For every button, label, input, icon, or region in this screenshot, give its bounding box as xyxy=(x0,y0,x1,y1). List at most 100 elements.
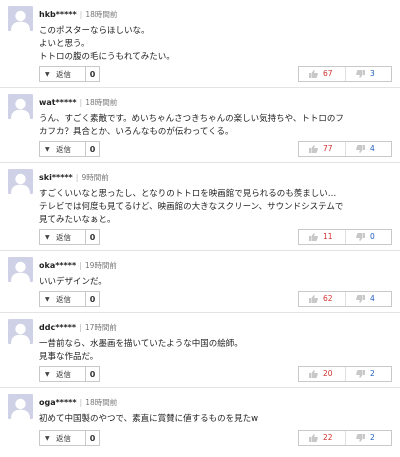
avatar[interactable] xyxy=(8,319,33,344)
comment-line: カフカ？具合とか、いろんなものが伝わってくる。 xyxy=(39,127,234,137)
header-divider: | xyxy=(79,323,82,332)
like-button[interactable]: 22 xyxy=(299,431,346,445)
comment-header: wat***** | 18時間前 xyxy=(39,96,117,110)
thumbs-down-icon xyxy=(356,434,365,442)
reply-label: 返信 xyxy=(56,145,71,154)
username[interactable]: hkb***** xyxy=(39,10,77,19)
thumbs-up-icon xyxy=(309,70,318,78)
thumbs-down-icon xyxy=(356,145,365,153)
vote-group: 77 4 xyxy=(298,141,392,157)
comment-item: oga***** | 18時間前 初めて中国製のやつで、素直に賞賛に値するものを見た… xyxy=(0,388,400,454)
thumbs-down-icon xyxy=(356,233,365,241)
reply-button[interactable]: ▼ 返信 xyxy=(39,229,86,245)
like-count: 62 xyxy=(323,294,333,303)
timestamp: 18時間前 xyxy=(85,10,118,19)
reply-button[interactable]: ▼ 返信 xyxy=(39,366,86,382)
reply-count: 0 xyxy=(86,291,100,307)
like-button[interactable]: 62 xyxy=(299,292,346,306)
thumbs-up-icon xyxy=(309,370,318,378)
comment-header: hkb***** | 18時間前 xyxy=(39,8,117,22)
avatar[interactable] xyxy=(8,394,33,419)
caret-down-icon: ▼ xyxy=(45,234,50,241)
caret-down-icon: ▼ xyxy=(45,71,50,78)
avatar[interactable] xyxy=(8,6,33,31)
like-button[interactable]: 77 xyxy=(299,142,346,156)
dislike-button[interactable]: 2 xyxy=(346,431,392,445)
dislike-button[interactable]: 3 xyxy=(346,67,392,81)
dislike-button[interactable]: 2 xyxy=(346,367,392,381)
username[interactable]: oka***** xyxy=(39,261,76,270)
comment-line: よいと思う。 xyxy=(39,39,90,49)
thumbs-down-icon xyxy=(356,295,365,303)
like-count: 77 xyxy=(323,144,333,153)
vote-group: 62 4 xyxy=(298,291,392,307)
comment-text: このポスターならほしいな。 よいと思う。 トトロの腹の毛にうもれてみたい。 xyxy=(39,25,391,64)
comment-line: うん、すごく素敵です。めいちゃんさつきちゃんの楽しい気持ちや、トトロのフ xyxy=(39,114,344,124)
comment-header: oga***** | 18時間前 xyxy=(39,396,117,410)
comment-text: うん、すごく素敵です。めいちゃんさつきちゃんの楽しい気持ちや、トトロのフ カフカ… xyxy=(39,113,391,139)
vote-group: 20 2 xyxy=(298,366,392,382)
like-button[interactable]: 11 xyxy=(299,230,346,244)
vote-group: 11 0 xyxy=(298,229,392,245)
comment-line: 一昔前なら、水墨画を描いていたような中国の絵師。 xyxy=(39,339,243,349)
timestamp: 18時間前 xyxy=(85,98,118,107)
reply-label: 返信 xyxy=(56,434,71,443)
header-divider: | xyxy=(79,398,83,407)
thumbs-up-icon xyxy=(309,295,318,303)
comment-line: トトロの腹の毛にうもれてみたい。 xyxy=(39,52,175,62)
avatar[interactable] xyxy=(8,169,33,194)
username[interactable]: ddc***** xyxy=(39,323,76,332)
username[interactable]: oga***** xyxy=(39,398,77,407)
dislike-count: 2 xyxy=(370,369,375,378)
like-count: 20 xyxy=(323,369,333,378)
comment-text: 初めて中国製のやつで、素直に賞賛に値するものを見たw xyxy=(39,413,391,426)
comment-text: いいデザインだ。 xyxy=(39,276,391,289)
like-count: 22 xyxy=(323,433,333,442)
comment-text: すごくいいなと思ったし、となりのトトロを映画館で見られるのも羨ましい… テレビで… xyxy=(39,188,391,227)
vote-group: 67 3 xyxy=(298,66,392,82)
dislike-count: 0 xyxy=(370,232,375,241)
avatar[interactable] xyxy=(8,94,33,119)
timestamp: 9時間前 xyxy=(81,173,109,182)
caret-down-icon: ▼ xyxy=(45,371,50,378)
username[interactable]: wat***** xyxy=(39,98,77,107)
caret-down-icon: ▼ xyxy=(45,296,50,303)
comment-header: ski***** | 9時間前 xyxy=(39,171,109,185)
reply-count: 0 xyxy=(86,366,100,382)
comment-item: ddc***** | 17時間前 一昔前なら、水墨画を描いていたような中国の絵師。 … xyxy=(0,313,400,388)
comment-item: wat***** | 18時間前 うん、すごく素敵です。めいちゃんさつきちゃんの楽し… xyxy=(0,88,400,163)
avatar[interactable] xyxy=(8,257,33,282)
comment-line: 見てみたいなぁと。 xyxy=(39,215,116,225)
dislike-button[interactable]: 4 xyxy=(346,292,392,306)
reply-button[interactable]: ▼ 返信 xyxy=(39,66,86,82)
comment-item: hkb***** | 18時間前 このポスターならほしいな。 よいと思う。 トトロの… xyxy=(0,0,400,88)
header-divider: | xyxy=(79,98,83,107)
like-button[interactable]: 20 xyxy=(299,367,346,381)
dislike-count: 3 xyxy=(370,69,375,78)
like-count: 11 xyxy=(323,232,333,241)
timestamp: 18時間前 xyxy=(85,398,118,407)
like-button[interactable]: 67 xyxy=(299,67,346,81)
dislike-count: 2 xyxy=(370,433,375,442)
dislike-button[interactable]: 4 xyxy=(346,142,392,156)
reply-count: 0 xyxy=(86,141,100,157)
comment-line: このポスターならほしいな。 xyxy=(39,26,150,36)
reply-button[interactable]: ▼ 返信 xyxy=(39,141,86,157)
reply-label: 返信 xyxy=(56,233,71,242)
reply-count: 0 xyxy=(86,430,100,446)
reply-button[interactable]: ▼ 返信 xyxy=(39,430,86,446)
reply-count: 0 xyxy=(86,66,100,82)
thumbs-up-icon xyxy=(309,233,318,241)
username[interactable]: ski***** xyxy=(39,173,73,182)
comment-line: テレビでは何度も見てるけど、映画館の大きなスクリーン、サウンドシステムで xyxy=(39,202,344,212)
reply-label: 返信 xyxy=(56,70,71,79)
comment-line: すごくいいなと思ったし、となりのトトロを映画館で見られるのも羨ましい… xyxy=(39,189,337,199)
comment-line: 見事な作品だ。 xyxy=(39,352,99,362)
header-divider: | xyxy=(79,10,83,19)
reply-label: 返信 xyxy=(56,295,71,304)
reply-button[interactable]: ▼ 返信 xyxy=(39,291,86,307)
comment-header: ddc***** | 17時間前 xyxy=(39,321,117,335)
comment-item: oka***** | 19時間前 いいデザインだ。 ▼ 返信 0 62 4 xyxy=(0,251,400,313)
thumbs-up-icon xyxy=(309,434,318,442)
dislike-button[interactable]: 0 xyxy=(346,230,392,244)
